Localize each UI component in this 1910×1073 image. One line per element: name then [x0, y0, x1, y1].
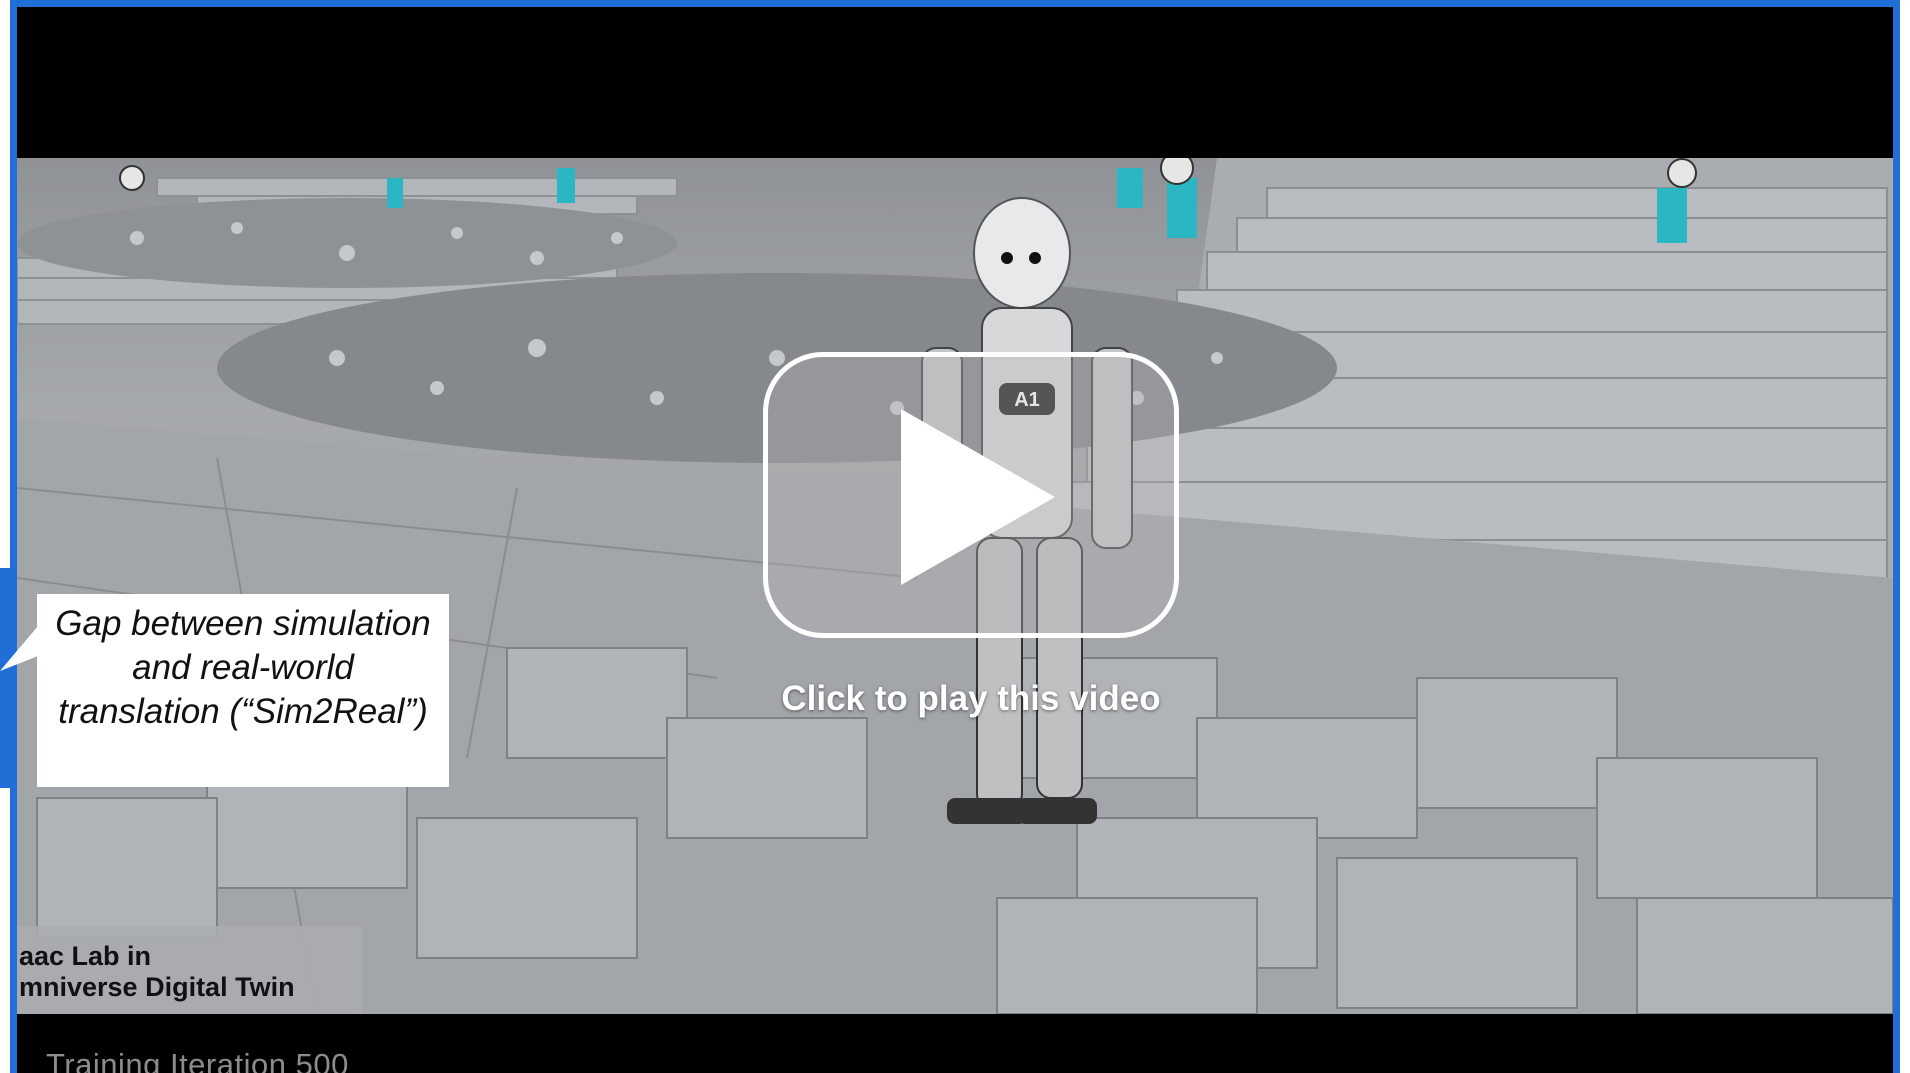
- callout-pointer: [0, 626, 38, 671]
- play-button[interactable]: [763, 352, 1179, 638]
- training-iteration-caption: Training Iteration 500: [46, 1047, 349, 1073]
- scene-caption-box: aac Lab in mniverse Digital Twin: [17, 926, 362, 1014]
- slide-edge-marker: [0, 568, 10, 788]
- scene-caption-line1: aac Lab in: [19, 941, 152, 971]
- play-video-label[interactable]: Click to play this video: [717, 679, 1225, 719]
- sim2real-callout-text: Gap between simulation and real-world tr…: [55, 604, 431, 731]
- play-triangle-icon: [901, 409, 1055, 585]
- sim2real-callout: Gap between simulation and real-world tr…: [37, 594, 449, 787]
- video-player[interactable]: A1 aac Lab in mniverse Digital Twin Trai…: [10, 0, 1900, 1073]
- scene-caption-line2: mniverse Digital Twin: [19, 972, 295, 1002]
- video-letterbox-top: [17, 7, 1893, 158]
